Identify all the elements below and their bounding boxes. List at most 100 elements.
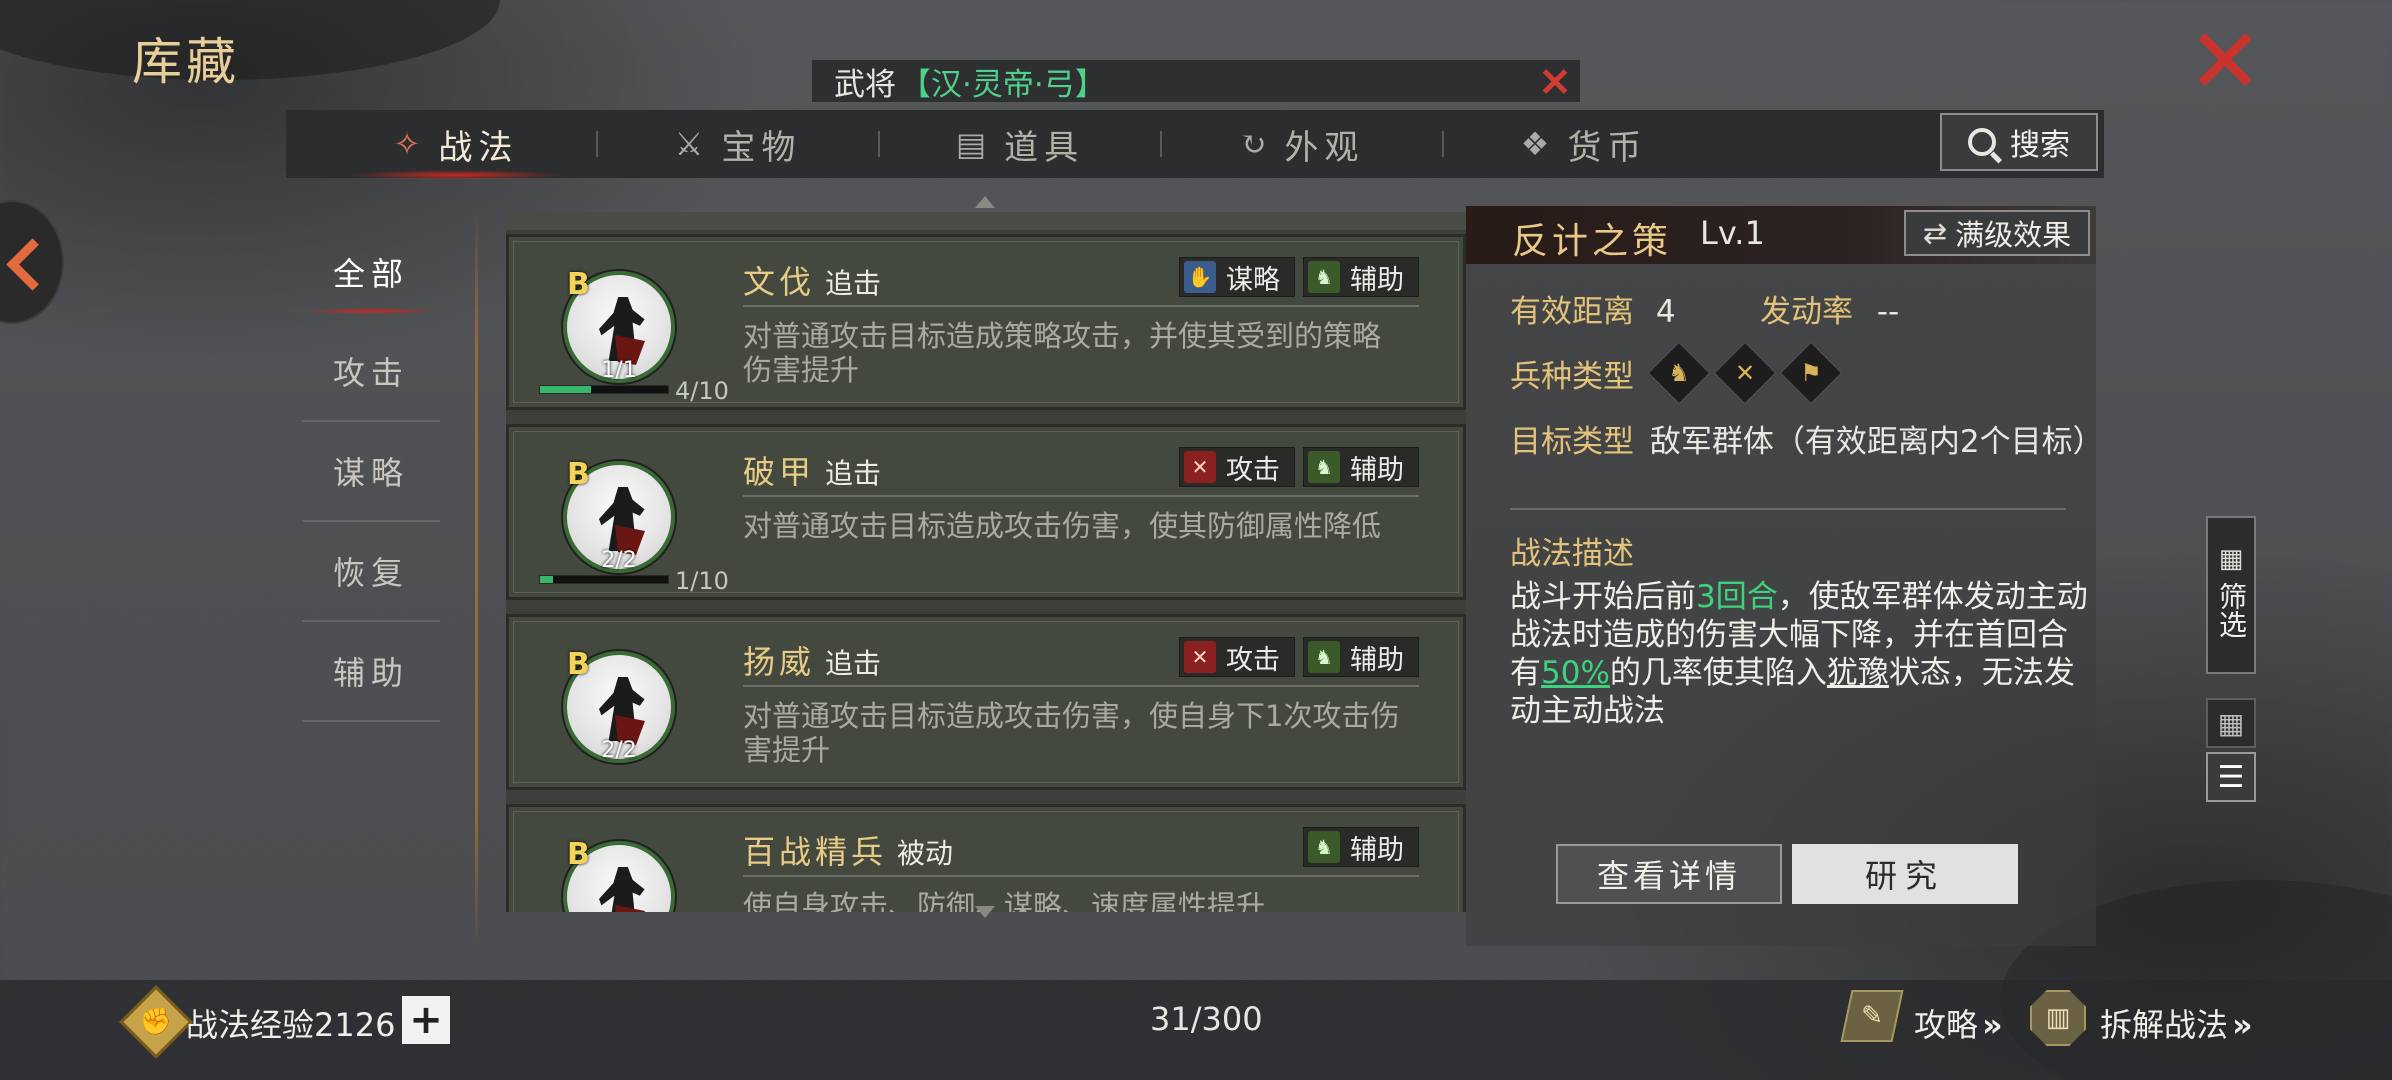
category-recovery[interactable]: 恢复 [302,522,440,622]
scroll-down-icon[interactable] [975,906,995,918]
guide-button[interactable]: 攻略» [1914,1000,2003,1046]
tag-support: ♞ 辅助 [1303,257,1419,297]
max-effect-button[interactable]: ⇄ 满级效果 [1904,210,2090,256]
filter-label: 筛选 [2215,582,2248,638]
general-label: 武将 [834,66,896,103]
tactic-card[interactable]: B 百战精兵 被动 ♞ 辅助 使自身攻击、防御、谋略、速度属性提升 [506,804,1466,912]
dismantle-button[interactable]: 拆解战法» [2100,1000,2253,1046]
support-icon: ♞ [1308,641,1340,673]
filter-button[interactable]: ▦ 筛选 [2206,516,2256,674]
range-value: 4 [1655,294,1676,330]
tactic-description: 使自身攻击、防御、谋略、速度属性提升 [743,889,1266,912]
owned-count: 2/2 [601,738,637,763]
description-title: 战法描述 [1510,536,1634,572]
scroll-up-icon[interactable] [975,196,995,208]
tab-label: 货币 [1567,127,1648,168]
status-link[interactable]: 犹豫 [1827,655,1889,691]
general-banner: 武将 【汉·灵帝·弓】 [812,60,1580,103]
list-view-icon[interactable]: ☰ [2206,752,2256,802]
owned-count: 1/1 [601,358,637,383]
ink-decoration [0,0,500,80]
level-text: 1/10 [675,567,729,595]
tactic-name: 破甲 追击 [743,447,881,493]
tactic-exp-value: 战法经验2126 [186,1006,396,1044]
search-icon [1968,128,1996,156]
clear-general-icon[interactable] [1538,64,1572,98]
view-details-button[interactable]: 查看详情 [1556,844,1782,904]
tag-attack: ✕ 攻击 [1179,447,1295,487]
tag-support: ♞ 辅助 [1303,637,1419,677]
scroll-icon: ✧ [393,125,427,163]
tactic-name-text: 扬威 [743,643,816,681]
tactic-card[interactable]: B 2/2 扬威 追击 ✕ 攻击 ♞ 辅助 对普通攻击目标造成攻击伤害，使自身下1次攻… [506,614,1466,790]
tag-label: 辅助 [1350,644,1404,676]
guide-book-icon[interactable]: ✎ [1840,990,1904,1042]
tactic-description: 对普通攻击目标造成策略攻击，并使其受到的策略伤害提升 [743,319,1382,387]
troop-row: 兵种类型 ♞ ✕ ⚑ [1510,340,1844,406]
category-label: 全部 [332,255,409,293]
rank-badge: B [567,267,590,302]
page-title: 库藏 [132,33,240,91]
card-divider [743,305,1419,307]
tag-label: 谋略 [1226,264,1280,296]
card-divider [743,875,1419,877]
tactic-card[interactable]: B 2/2 1/10 破甲 追击 ✕ 攻击 ♞ 辅助 对普通攻击目标造成攻击伤害，使其… [506,424,1466,600]
detail-divider [1510,508,2066,510]
tactic-card[interactable]: B 1/1 4/10 文伐 追击 ✋ 谋略 ♞ 辅助 对普通攻击目标造成策略攻击，并使… [506,234,1466,410]
category-attack[interactable]: 攻击 [302,322,440,422]
divider-line [475,212,478,952]
tab-label: 外观 [1284,127,1365,168]
target-row: 目标类型 敌军群体（有效距离内2个目标） [1510,416,2104,461]
tab-bar: ✧ 战法 ⚔ 宝物 ▤ 道具 ↻ 外观 ❖ 货币 搜索 [286,110,2104,180]
owned-count: 2/2 [601,548,637,573]
level-progress-bar [539,385,669,394]
tab-label: 道具 [1004,127,1085,168]
research-button[interactable]: 研究 [1792,844,2018,904]
add-exp-button[interactable]: + [402,996,450,1044]
tab-treasure[interactable]: ⚔ 宝物 [598,110,878,178]
tag-attack: ✕ 攻击 [1179,637,1295,677]
desc-highlight: 50% [1541,655,1610,691]
grid-view-icon[interactable]: ▦ [2206,698,2256,748]
card-divider [743,495,1419,497]
attack-icon: ✕ [1184,641,1216,673]
tactic-type: 追击 [825,457,882,490]
desc-part: 的几率使其陷入 [1609,655,1827,691]
tactic-type: 被动 [897,837,954,870]
tab-label: 宝物 [721,127,802,168]
tab-currency[interactable]: ❖ 货币 [1444,110,1724,178]
tactic-count: 31/300 [1150,1000,1263,1038]
side-expand-icon[interactable] [0,200,64,324]
tag-strategy: ✋ 谋略 [1179,257,1295,297]
item-icon: ▤ [955,125,993,163]
rate-row: 发动率 -- [1760,286,1899,331]
description-text: 战斗开始后前3回合，使敌军群体发动主动战法时造成的伤害大幅下降，并在首回合有50… [1510,578,2090,730]
desc-highlight: 3回合 [1696,579,1778,615]
category-label: 谋略 [332,454,409,492]
category-all[interactable]: 全部 [302,222,440,322]
tactic-description: 对普通攻击目标造成攻击伤害，使自身下1次攻击伤害提升 [743,699,1400,767]
category-menu: 全部 攻击 谋略 恢复 辅助 [302,222,440,722]
tactic-name-text: 百战精兵 [743,833,888,871]
swap-icon: ⇄ [1922,216,1948,250]
category-strategy[interactable]: 谋略 [302,422,440,522]
tag-support: ♞ 辅助 [1303,447,1419,487]
support-icon: ♞ [1308,261,1340,293]
tactic-name: 百战精兵 被动 [743,827,953,873]
tag-list: ✕ 攻击 ♞ 辅助 [1179,447,1419,487]
close-icon[interactable] [2196,30,2254,88]
tactic-description: 对普通攻击目标造成攻击伤害，使其防御属性降低 [743,509,1382,543]
strategy-icon: ✋ [1184,261,1216,293]
guide-label: 攻略 [1914,1006,1979,1044]
search-button[interactable]: 搜索 [1940,113,2098,171]
tab-tactics[interactable]: ✧ 战法 [316,110,596,180]
category-support[interactable]: 辅助 [302,622,440,722]
dismantle-label: 拆解战法 [2100,1006,2229,1044]
tab-items[interactable]: ▤ 道具 [880,110,1160,178]
tab-appearance[interactable]: ↻ 外观 [1162,110,1442,178]
attack-icon: ✕ [1184,451,1216,483]
double-chevron-icon: » [1982,1006,2003,1044]
category-label: 恢复 [332,554,409,592]
tab-label: 战法 [438,127,519,168]
tactic-list[interactable]: B 1/1 4/10 文伐 追击 ✋ 谋略 ♞ 辅助 对普通攻击目标造成策略攻击，并使… [506,212,1466,912]
